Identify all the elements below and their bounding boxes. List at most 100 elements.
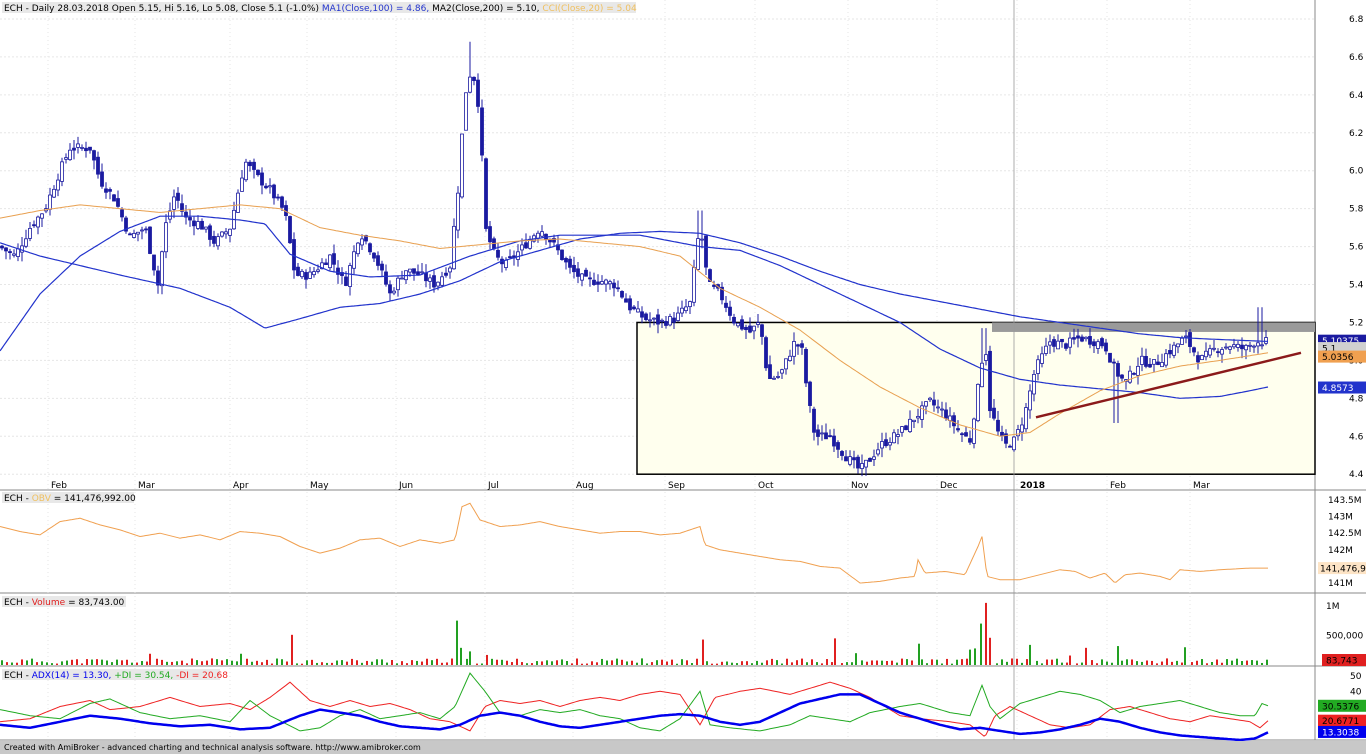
candle-body: [1088, 336, 1092, 345]
candle-body: [984, 354, 988, 361]
candle-body: [312, 271, 316, 276]
candle-body: [892, 432, 896, 444]
candle-body: [1048, 341, 1052, 346]
candle-body: [392, 290, 396, 294]
candle-body: [1264, 337, 1268, 344]
candle-body: [648, 319, 652, 322]
volume-pane-title-part: Volume: [32, 598, 68, 608]
candle-body: [1000, 431, 1004, 437]
candle-body: [1156, 361, 1160, 365]
candle-body: [20, 245, 24, 253]
candle-body: [508, 256, 512, 259]
candle-body: [84, 147, 88, 152]
candle-body: [576, 268, 580, 277]
candle-body: [1068, 337, 1072, 348]
candle-body: [632, 306, 636, 310]
candle-body: [1196, 355, 1200, 363]
month-label: Sep: [668, 481, 685, 491]
candle-body: [840, 451, 844, 456]
candle-body: [164, 222, 168, 253]
price-tick-label: 4.4: [1349, 470, 1364, 480]
candle-body: [888, 442, 892, 446]
candle-body: [56, 179, 60, 191]
candle-body: [516, 251, 520, 260]
month-label: Mar: [138, 481, 155, 491]
obv-pane-background: [0, 490, 1315, 593]
candle-body: [868, 457, 872, 462]
candle-body: [712, 284, 716, 287]
candle-body: [524, 242, 528, 249]
candle-body: [80, 147, 84, 149]
candle-body: [748, 325, 752, 333]
candle-body: [560, 249, 564, 260]
candle-body: [208, 225, 212, 240]
candle-body: [316, 269, 320, 272]
candle-body: [1160, 362, 1164, 368]
candle-body: [700, 238, 704, 241]
candle-body: [824, 432, 828, 440]
candle-body: [656, 314, 660, 325]
candle-body: [600, 281, 604, 285]
candle-body: [1060, 338, 1064, 343]
candle-body: [220, 231, 224, 237]
adx-tag-label: 30.5376: [1322, 702, 1359, 712]
candle-body: [1136, 365, 1140, 376]
adx-pane-title-part: -DI = 20.68: [176, 671, 228, 681]
candle-body: [816, 429, 820, 437]
candle-body: [680, 307, 684, 314]
candle-body: [732, 316, 736, 324]
candle-body: [356, 242, 360, 255]
candle-body: [1192, 347, 1196, 353]
candle-body: [760, 324, 764, 337]
obv-tick-label: 141M: [1328, 579, 1353, 589]
candle-body: [4, 247, 8, 252]
candle-body: [616, 287, 620, 290]
candle-body: [332, 253, 336, 265]
adx-pane-title-part: +DI = 30.54,: [114, 671, 176, 681]
candle-body: [872, 456, 876, 460]
candle-body: [972, 418, 976, 444]
adx-pane-title-part: ECH -: [4, 671, 32, 681]
stock-chart[interactable]: Feb Mar Apr May Jun Jul Aug Sep Oct Nov Dec 2018 Feb…: [0, 0, 1366, 741]
candle-body: [68, 149, 72, 161]
candle-body: [980, 362, 984, 388]
candle-body: [952, 415, 956, 427]
price-pane-title: ECH - Daily 28.03.2018 Open 5.15, Hi 5.1…: [4, 4, 637, 14]
volume-tag-label: 83,743: [1326, 657, 1358, 667]
candle-body: [380, 263, 384, 271]
obv-tag-label: 141,476,9: [1320, 565, 1366, 575]
candle-body: [1252, 345, 1256, 348]
obv-pane-title: ECH - OBV = 141,476,992.00: [4, 494, 136, 504]
candle-body: [348, 265, 352, 287]
candle-body: [328, 254, 332, 269]
candle-body: [780, 369, 784, 374]
obv-pane-title-part: ECH -: [4, 494, 32, 504]
candle-body: [904, 425, 908, 431]
candle-body: [248, 161, 252, 167]
candle-body: [692, 267, 696, 303]
candle-body: [652, 317, 656, 320]
candle-body: [420, 271, 424, 274]
candle-body: [376, 255, 380, 266]
candle-body: [596, 281, 600, 285]
candle-body: [808, 381, 812, 406]
candle-body: [72, 147, 76, 151]
candle-body: [612, 282, 616, 289]
month-label: Feb: [1110, 481, 1126, 491]
price-tick-label: 5.8: [1349, 205, 1364, 215]
candle-body: [52, 188, 56, 198]
candle-body: [384, 271, 388, 285]
candle-body: [1228, 346, 1232, 350]
candle-body: [268, 185, 272, 188]
candle-body: [1012, 436, 1016, 451]
candle-body: [116, 198, 120, 207]
candle-body: [324, 262, 328, 266]
candle-body: [572, 265, 576, 273]
obv-pane-title-part: OBV: [32, 494, 54, 504]
footer-credit: Created with AmiBroker - advanced charti…: [0, 741, 1366, 754]
candle-body: [104, 188, 108, 193]
candle-body: [1168, 349, 1172, 355]
candle-body: [828, 435, 832, 438]
candle-body: [756, 322, 760, 325]
price-tick-label: 4.8: [1349, 394, 1364, 404]
